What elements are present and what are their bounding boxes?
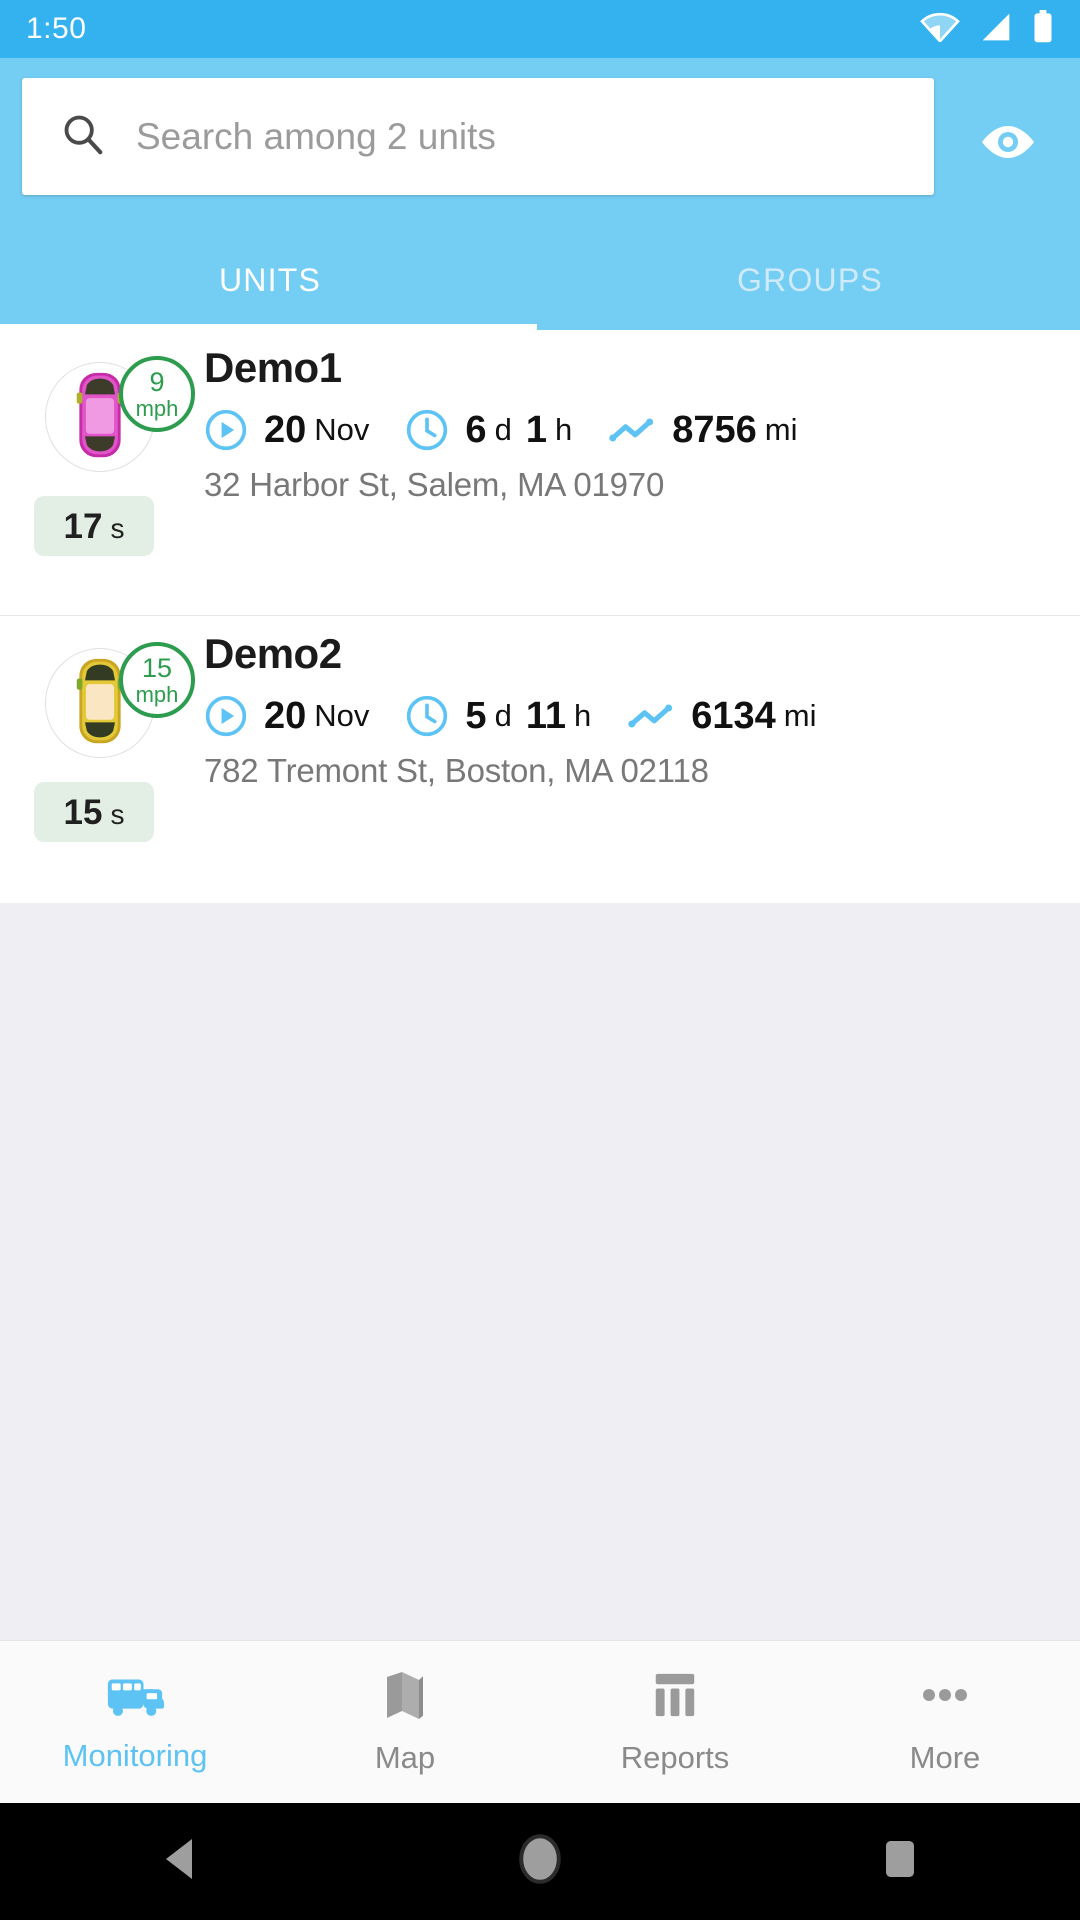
- last-message-metric: 20 Nov: [204, 694, 369, 738]
- visibility-toggle-button[interactable]: [958, 114, 1058, 174]
- idle-time-unit: s: [110, 799, 125, 830]
- android-back-button[interactable]: [0, 1835, 360, 1888]
- speed-unit: mph: [135, 395, 179, 421]
- speed-value: 9: [149, 366, 165, 397]
- empty-list-area: [0, 903, 1080, 1640]
- unit-name: Demo1: [204, 344, 342, 391]
- table-row[interactable]: 9 mph 17 s Demo1 20 Nov 6 d 1 h 8756 mi …: [0, 330, 1080, 615]
- unit-address: 32 Harbor St, Salem, MA 01970: [204, 466, 665, 503]
- speed-unit: mph: [135, 681, 179, 707]
- duration-metric: 6 d 1 h: [405, 408, 572, 452]
- unit-name: Demo2: [204, 630, 342, 677]
- last-message-day: 20: [264, 408, 307, 451]
- status-bar: 1:50: [0, 0, 1080, 58]
- battery-icon: [1032, 9, 1054, 49]
- idle-time-value: 15: [63, 793, 103, 832]
- trend-line-icon: [627, 696, 675, 736]
- unit-metrics: 20 Nov 5 d 11 h 6134 mi: [204, 694, 1060, 738]
- duration-hours-value: 1: [525, 408, 547, 451]
- header-tabs: UNITS GROUPS: [0, 230, 1080, 330]
- mileage-metric: 8756 mi: [608, 409, 797, 452]
- duration-days-value: 6: [465, 408, 487, 451]
- status-badge: 9 mph: [119, 356, 195, 432]
- bar-chart-icon: [650, 1669, 700, 1726]
- search-icon: [60, 111, 106, 162]
- last-message-month: Nov: [314, 412, 370, 447]
- unit-avatar-group: 9 mph: [45, 356, 195, 472]
- back-triangle-icon: [158, 1835, 202, 1888]
- status-bar-icons: [920, 9, 1054, 49]
- unit-info: Demo1 20 Nov 6 d 1 h 8756 mi 32 Harbor S…: [204, 330, 1060, 504]
- last-message-day: 20: [264, 694, 307, 737]
- tab-units-label: UNITS: [219, 261, 321, 298]
- cellular-signal-icon: [978, 12, 1014, 47]
- idle-time-badge: 17 s: [34, 496, 154, 556]
- trend-line-icon: [608, 410, 656, 450]
- play-circle-icon: [204, 694, 248, 738]
- mileage-unit: mi: [764, 412, 798, 447]
- nav-item-map-label: Map: [374, 1739, 436, 1775]
- eye-icon: [978, 121, 1038, 168]
- clock-icon: [405, 408, 449, 452]
- app-header: UNITS GROUPS: [0, 58, 1080, 330]
- duration-metric: 5 d 11 h: [405, 694, 591, 738]
- duration-hours-unit: h: [573, 698, 592, 733]
- duration-days-value: 5: [465, 694, 487, 737]
- android-navigation-bar: [0, 1803, 1080, 1920]
- status-badge: 15 mph: [119, 642, 195, 718]
- duration-days-unit: d: [494, 698, 512, 733]
- mileage-metric: 6134 mi: [627, 694, 817, 738]
- unit-info: Demo2 20 Nov 5 d 11 h 6134 mi 782 Tremon…: [204, 616, 1060, 790]
- tab-units[interactable]: UNITS: [0, 230, 540, 330]
- ellipsis-icon: [917, 1669, 973, 1726]
- speed-value: 15: [141, 652, 173, 683]
- nav-item-monitoring[interactable]: Monitoring: [0, 1641, 270, 1803]
- play-circle-icon: [204, 408, 248, 452]
- search-input[interactable]: [136, 115, 916, 158]
- status-bar-clock: 1:50: [26, 12, 87, 45]
- bus-icon: [104, 1671, 166, 1724]
- nav-item-reports-label: Reports: [620, 1739, 730, 1775]
- duration-hours-unit: h: [554, 412, 573, 447]
- map-folded-icon: [381, 1669, 429, 1726]
- nav-item-reports[interactable]: Reports: [540, 1641, 810, 1803]
- app-screen: 1:50 UNITS: [0, 0, 1080, 1920]
- wifi-icon: [920, 12, 960, 47]
- idle-time-unit: s: [110, 513, 125, 544]
- nav-item-map[interactable]: Map: [270, 1641, 540, 1803]
- duration-hours-value: 11: [525, 694, 566, 737]
- last-message-metric: 20 Nov: [204, 408, 369, 452]
- clock-icon: [405, 694, 449, 738]
- table-row[interactable]: 15 mph 15 s Demo2 20 Nov 5 d 11 h 6134 m…: [0, 615, 1080, 900]
- mileage-unit: mi: [783, 698, 817, 733]
- tab-groups[interactable]: GROUPS: [540, 230, 1080, 330]
- nav-item-more-label: More: [909, 1739, 981, 1775]
- unit-list: 9 mph 17 s Demo1 20 Nov 6 d 1 h 8756 mi …: [0, 330, 1080, 903]
- search-bar[interactable]: [22, 78, 934, 195]
- mileage-value: 6134: [691, 694, 776, 737]
- android-home-button[interactable]: [360, 1833, 720, 1890]
- unit-metrics: 20 Nov 6 d 1 h 8756 mi: [204, 408, 1060, 452]
- home-circle-icon: [518, 1833, 562, 1890]
- recents-square-icon: [880, 1835, 920, 1888]
- android-recents-button[interactable]: [720, 1835, 1080, 1888]
- nav-item-more[interactable]: More: [810, 1641, 1080, 1803]
- unit-address: 782 Tremont St, Boston, MA 02118: [204, 752, 709, 789]
- tab-groups-label: GROUPS: [737, 261, 883, 298]
- nav-item-monitoring-label: Monitoring: [62, 1737, 208, 1773]
- unit-avatar-group: 15 mph: [45, 642, 195, 758]
- idle-time-badge: 15 s: [34, 782, 154, 842]
- last-message-month: Nov: [314, 698, 370, 733]
- duration-days-unit: d: [494, 412, 512, 447]
- bottom-navigation: Monitoring Map Reports More: [0, 1640, 1080, 1803]
- idle-time-value: 17: [63, 507, 103, 546]
- mileage-value: 8756: [672, 408, 757, 451]
